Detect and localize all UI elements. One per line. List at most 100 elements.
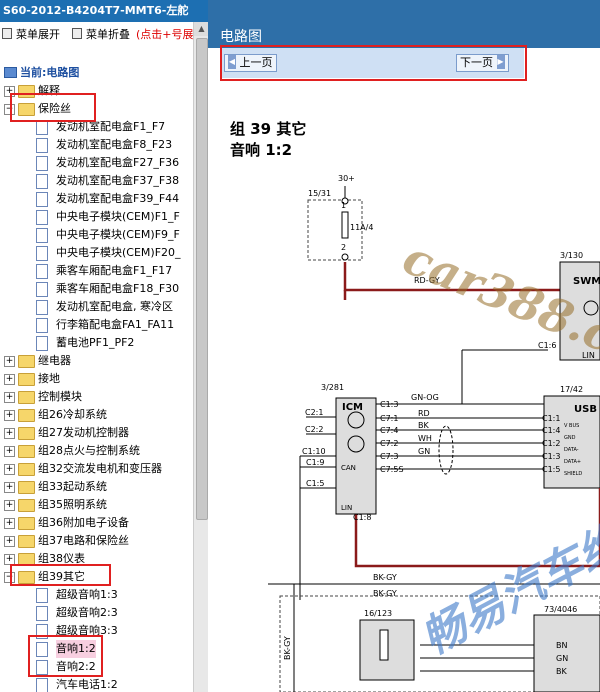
expand-icon[interactable]: +	[4, 356, 15, 367]
label-datap: DATA+	[564, 459, 581, 465]
label-gn: GN	[418, 447, 430, 456]
label-gn2: GN	[556, 654, 568, 663]
folder-icon	[18, 445, 35, 458]
label-bk: BK	[418, 421, 429, 430]
icm-module	[335, 397, 377, 515]
document-icon	[36, 228, 48, 243]
label-c74: C7:4	[380, 426, 398, 435]
tree-label: 乘客车厢配电盒F1_F17	[56, 264, 173, 277]
label-c73: C7:3	[380, 452, 398, 461]
tree-label: 超级音响2:3	[56, 606, 118, 619]
scroll-thumb[interactable]	[196, 38, 208, 520]
label-c18: C1:8	[353, 513, 371, 522]
collapse-label: 菜单折叠	[86, 28, 130, 41]
expand-icon[interactable]: +	[4, 536, 15, 547]
tree-label: 组32交流发电机和变压器	[38, 462, 162, 475]
expand-icon[interactable]: +	[4, 410, 15, 421]
tree-label: 发动机室配电盒F39_F44	[56, 192, 180, 205]
tree-label: 行李箱配电盒FA1_FA11	[56, 318, 175, 331]
expand-icon[interactable]: +	[4, 446, 15, 457]
document-icon	[36, 210, 48, 225]
label-rd: RD	[418, 409, 430, 418]
label-usb: USB	[574, 404, 597, 415]
folder-icon	[18, 481, 35, 494]
tree-label: 控制模块	[38, 390, 82, 403]
tree-label: 组33起动系统	[38, 480, 107, 493]
right-panel: 电路图 ◀ 上一页 下一页 ▶ 组 39 其它 音响 1:2 30+ 15/31…	[208, 0, 600, 692]
label-icm: ICM	[342, 402, 363, 413]
label-pin1: 1	[341, 201, 346, 210]
expand-icon[interactable]: +	[4, 374, 15, 385]
tree-label: 组28点火与控制系统	[38, 444, 140, 457]
tree-label: 发动机室配电盒F37_F38	[56, 174, 180, 187]
document-icon	[36, 264, 48, 279]
tree-label: 发动机室配电盒F27_F36	[56, 156, 180, 169]
scroll-up-arrow-icon[interactable]: ▲	[194, 22, 208, 36]
folder-icon	[18, 517, 35, 530]
expand-icon[interactable]: +	[4, 428, 15, 439]
label-30: 30+	[338, 174, 355, 183]
document-icon	[36, 138, 48, 153]
label-bkgy2: BK-GY	[373, 589, 397, 598]
expand-icon[interactable]: +	[4, 464, 15, 475]
tree-label: 蓄电池PF1_PF2	[56, 336, 135, 349]
folder-icon	[18, 409, 35, 422]
expand-icon[interactable]: +	[4, 518, 15, 529]
label-lin: LIN	[341, 504, 352, 512]
document-icon	[36, 156, 48, 171]
folder-icon	[18, 355, 35, 368]
document-icon	[36, 246, 48, 261]
expand-icon[interactable]: +	[4, 500, 15, 511]
label-16-123: 16/123	[364, 609, 392, 618]
label-c21: C2:1	[305, 408, 323, 417]
tree-label: 中央电子模块(CEM)F1_F	[56, 210, 180, 223]
label-c71: C7:1	[380, 414, 398, 423]
label-c19: C1:9	[306, 458, 324, 467]
menu-icon	[72, 28, 82, 39]
tree-label: 接地	[38, 372, 60, 385]
label-swm: SWM	[573, 276, 600, 287]
label-can: CAN	[341, 464, 356, 472]
label-gnd: GND	[564, 435, 576, 441]
expand-label: 菜单展开	[16, 28, 60, 41]
tree-label: 乘客车厢配电盒F18_F30	[56, 282, 180, 295]
expand-menu-button[interactable]: 菜单展开	[2, 26, 60, 42]
label-vbus: V BUS	[564, 423, 579, 429]
current-label: 当前:电路图	[20, 66, 80, 79]
label-bn: BN	[556, 641, 567, 650]
label-gnog: GN-OG	[411, 393, 439, 402]
tree-label: 发动机室配电盒F8_F23	[56, 138, 173, 151]
left-scrollbar[interactable]: ▲	[193, 22, 208, 692]
label-c72: C7:2	[380, 439, 398, 448]
document-icon	[36, 678, 48, 692]
document-icon	[36, 174, 48, 189]
tree-label: 组35照明系统	[38, 498, 107, 511]
document-icon	[36, 588, 48, 603]
left-panel: S60-2012-B4204T7-MMT6-左舵 菜单展开 菜单折叠 (点击+号…	[0, 0, 209, 692]
label-u13: C1:3	[542, 452, 560, 461]
label-u14: C1:4	[542, 426, 560, 435]
label-fuse-val: 11A/4	[350, 223, 373, 232]
label-c13: C1:3	[380, 400, 398, 409]
tree-label: 组36附加电子设备	[38, 516, 129, 529]
highlight-box	[28, 635, 103, 677]
label-c15: C1:5	[306, 479, 324, 488]
highlight-box	[10, 564, 111, 586]
label-usb-ref: 17/42	[560, 385, 583, 394]
tree-label: 组37电路和保险丝	[38, 534, 129, 547]
label-pin2: 2	[341, 243, 346, 252]
collapse-menu-button[interactable]: 菜单折叠	[72, 26, 130, 42]
folder-icon	[18, 391, 35, 404]
document-icon	[36, 192, 48, 207]
expand-icon[interactable]: +	[4, 482, 15, 493]
expand-icon[interactable]: +	[4, 392, 15, 403]
tree-label: 中央电子模块(CEM)F9_F	[56, 228, 180, 241]
document-icon	[36, 282, 48, 297]
computer-icon	[4, 67, 17, 78]
label-u15: C1:5	[542, 465, 560, 474]
tree-label: 超级音响1:3	[56, 588, 118, 601]
folder-icon	[18, 427, 35, 440]
label-swm-ref: 3/130	[560, 251, 583, 260]
label-bkgy1: BK-GY	[373, 573, 397, 582]
menu-icon	[2, 28, 12, 39]
